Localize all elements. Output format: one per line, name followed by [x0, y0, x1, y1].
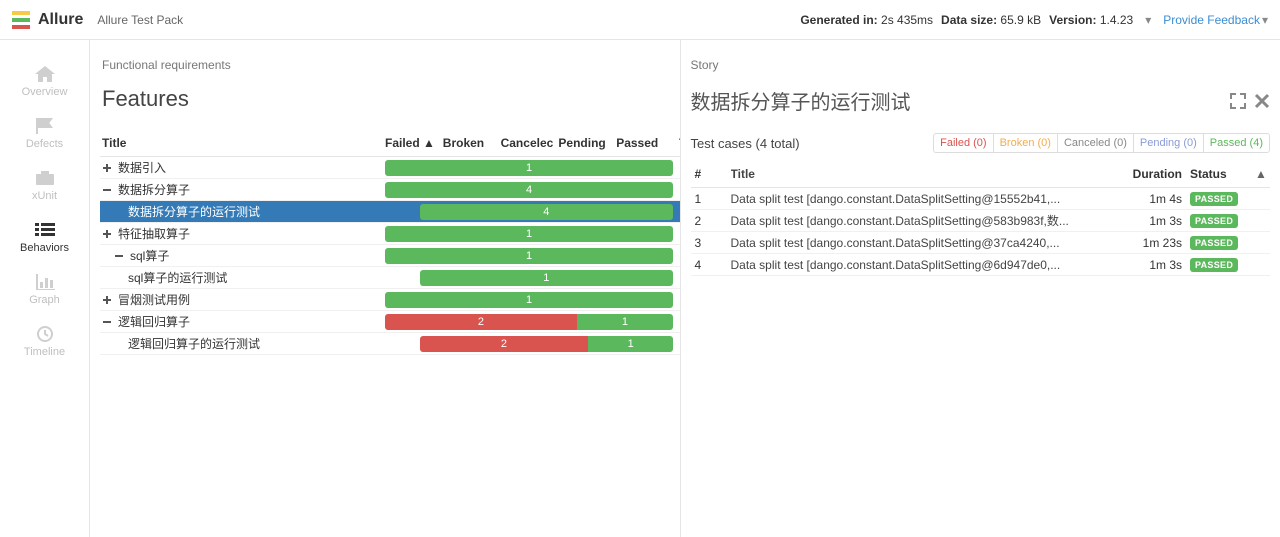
tc-head-arrow[interactable]: ▲	[1252, 167, 1270, 181]
status-badge: PASSED	[1190, 192, 1238, 206]
home-icon	[35, 66, 55, 82]
filter-broken[interactable]: Broken (0)	[994, 134, 1058, 152]
feature-row[interactable]: sql算子 1 1	[100, 245, 680, 267]
briefcase-icon	[35, 170, 55, 186]
flag-icon	[35, 118, 55, 134]
features-heading: Features	[102, 86, 680, 112]
nav-xunit[interactable]: xUnit	[0, 160, 89, 212]
version-dropdown-icon[interactable]: ▾	[1141, 13, 1155, 27]
head-canceled[interactable]: Cancelec	[501, 136, 558, 150]
nav-overview[interactable]: Overview	[0, 56, 89, 108]
feature-row[interactable]: 数据拆分算子 4 4	[100, 179, 680, 201]
tc-row[interactable]: 1 Data split test [dango.constant.DataSp…	[691, 188, 1271, 210]
nav-defects[interactable]: Defects	[0, 108, 89, 160]
minus-icon	[102, 317, 112, 327]
story-title: 数据拆分算子的运行测试	[691, 86, 1231, 115]
main: Overview Defects xUnit Behaviors Graph T…	[0, 40, 1280, 537]
feature-row[interactable]: 逻辑回归算子的运行测试 21 3	[100, 333, 680, 355]
plus-icon	[102, 229, 112, 239]
filter-failed[interactable]: Failed (0)	[934, 134, 993, 152]
tc-head-title[interactable]: Title	[731, 167, 1131, 181]
story-label: Story	[691, 58, 1271, 72]
story-panel: Story 数据拆分算子的运行测试 Test cases (4 total) F…	[681, 40, 1280, 537]
allure-logo-icon	[12, 11, 30, 29]
breadcrumb: Functional requirements	[102, 58, 680, 72]
feedback-link[interactable]: Provide Feedback▾	[1163, 13, 1268, 27]
filter-bar: Failed (0) Broken (0) Canceled (0) Pendi…	[933, 133, 1270, 153]
testcases-label: Test cases (4 total)	[691, 136, 800, 151]
subtitle-label: Allure Test Pack	[97, 13, 183, 27]
list-icon	[35, 222, 55, 238]
tc-row[interactable]: 3 Data split test [dango.constant.DataSp…	[691, 232, 1271, 254]
tc-row[interactable]: 4 Data split test [dango.constant.DataSp…	[691, 254, 1271, 276]
tc-head-status[interactable]: Status	[1190, 167, 1252, 181]
filter-canceled[interactable]: Canceled (0)	[1058, 134, 1134, 152]
head-total[interactable]: Total	[673, 136, 681, 150]
datasize-value: 65.9 kB	[1000, 13, 1041, 27]
minus-icon	[102, 185, 112, 195]
topbar: Allure Allure Test Pack Generated in: 2s…	[0, 0, 1280, 40]
nav-timeline[interactable]: Timeline	[0, 316, 89, 368]
tc-row[interactable]: 2 Data split test [dango.constant.DataSp…	[691, 210, 1271, 232]
status-badge: PASSED	[1190, 236, 1238, 250]
brand-label: Allure	[38, 11, 83, 29]
feature-row[interactable]: 冒烟测试用例 1 1	[100, 289, 680, 311]
features-panel: Functional requirements Features Title F…	[90, 40, 681, 537]
plus-icon	[102, 163, 112, 173]
tc-table-head: # Title Duration Status ▲	[691, 161, 1271, 188]
minus-icon	[114, 251, 124, 261]
feature-row[interactable]: 数据引入 1 1	[100, 157, 680, 179]
datasize-label: Data size:	[941, 13, 997, 27]
head-pending[interactable]: Pending	[558, 136, 615, 150]
plus-icon	[102, 295, 112, 305]
nav-behaviors[interactable]: Behaviors	[0, 212, 89, 264]
head-failed[interactable]: Failed ▲	[385, 136, 442, 150]
topbar-right: Generated in: 2s 435ms Data size: 65.9 k…	[800, 13, 1268, 27]
content: Functional requirements Features Title F…	[90, 40, 1280, 537]
status-badge: PASSED	[1190, 214, 1238, 228]
chart-icon	[35, 274, 55, 290]
head-passed[interactable]: Passed	[616, 136, 673, 150]
features-table-head: Title Failed ▲ Broken Cancelec Pending P…	[100, 130, 680, 157]
version-label: Version:	[1049, 13, 1096, 27]
clock-icon	[35, 326, 55, 342]
sidebar: Overview Defects xUnit Behaviors Graph T…	[0, 40, 90, 537]
generated-label: Generated in:	[800, 13, 877, 27]
tc-head-duration[interactable]: Duration	[1130, 167, 1190, 181]
feature-row[interactable]: 逻辑回归算子 21 3	[100, 311, 680, 333]
feature-row-selected[interactable]: 数据拆分算子的运行测试 4 4	[100, 201, 680, 223]
head-title[interactable]: Title	[100, 136, 385, 150]
close-icon[interactable]	[1254, 93, 1270, 109]
version-value: 1.4.23	[1100, 13, 1133, 27]
nav-graph[interactable]: Graph	[0, 264, 89, 316]
filter-pending[interactable]: Pending (0)	[1134, 134, 1204, 152]
generated-value: 2s 435ms	[881, 13, 933, 27]
feature-row[interactable]: sql算子的运行测试 1 1	[100, 267, 680, 289]
head-broken[interactable]: Broken	[443, 136, 500, 150]
expand-icon[interactable]	[1230, 93, 1246, 109]
filter-passed[interactable]: Passed (4)	[1204, 134, 1269, 152]
status-badge: PASSED	[1190, 258, 1238, 272]
feature-row[interactable]: 特征抽取算子 1 1	[100, 223, 680, 245]
tc-head-num[interactable]: #	[691, 167, 731, 181]
